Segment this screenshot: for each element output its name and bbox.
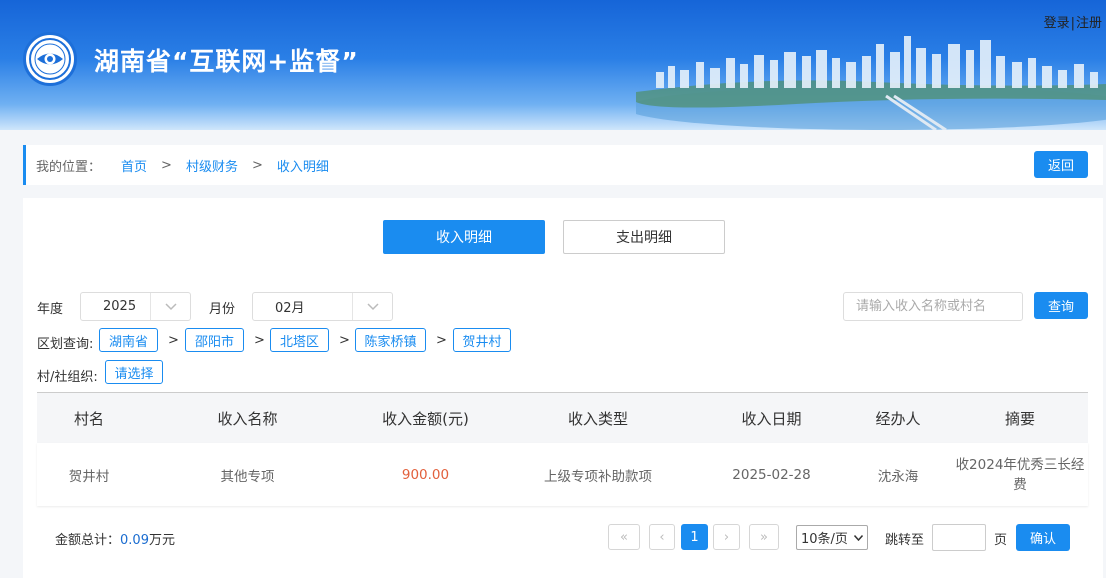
page-size-value: 10条/页	[801, 532, 848, 547]
region-village[interactable]: 贺井村	[453, 328, 511, 352]
cell-income-name: 其他专项	[220, 468, 275, 485]
region-arrow: >	[436, 333, 447, 348]
org-label: 村/社组织:	[37, 370, 98, 385]
site-title: 湖南省“互联网+监督”	[94, 47, 359, 76]
chevron-down-icon	[352, 293, 392, 320]
column-header-summary: 摘要	[1004, 409, 1035, 428]
table-header: 村名 收入名称 收入金额(元) 收入类型 收入日期 经办人 摘要	[37, 392, 1088, 443]
total-value: 0.09	[120, 533, 149, 548]
column-header-income-name: 收入名称	[217, 409, 278, 428]
cell-date: 2025-02-28	[732, 466, 811, 483]
org-select-button[interactable]: 请选择	[105, 360, 163, 384]
register-link[interactable]: 注册	[1076, 16, 1102, 31]
total-label: 金额总计：	[55, 533, 121, 548]
month-label: 月份	[209, 302, 236, 317]
city-skyline-banner	[636, 36, 1106, 130]
auth-separator: |	[1070, 16, 1075, 31]
year-label: 年度	[37, 302, 64, 317]
amount-total: 金额总计：0.09万元	[55, 529, 175, 548]
column-header-date: 收入日期	[741, 409, 802, 428]
region-town[interactable]: 陈家桥镇	[355, 328, 426, 352]
page-1-button[interactable]: 1	[681, 524, 708, 550]
prev-page-button[interactable]: ‹	[649, 524, 675, 550]
jump-label: 跳转至	[885, 533, 925, 548]
main-panel: 收入明细 支出明细 年度 2025 月份 02月 查询 区划查询: 湖南省 > …	[23, 198, 1103, 578]
column-header-village: 村名	[73, 409, 104, 428]
column-header-handler: 经办人	[875, 409, 921, 428]
confirm-button[interactable]: 确认	[1016, 524, 1070, 551]
login-link[interactable]: 登录	[1044, 16, 1070, 31]
page-size-select[interactable]: 10条/页	[796, 525, 868, 550]
back-button[interactable]: 返回	[1034, 151, 1088, 178]
column-header-amount: 收入金额(元)	[382, 409, 469, 428]
region-arrow: >	[168, 333, 179, 348]
breadcrumb-home[interactable]: 首页	[121, 156, 147, 175]
region-district[interactable]: 北塔区	[270, 328, 329, 352]
search-input[interactable]	[843, 292, 1023, 321]
page-unit-label: 页	[994, 533, 1008, 548]
tab-expense-detail[interactable]: 支出明细	[563, 220, 725, 254]
eye-logo-icon	[23, 32, 77, 86]
breadcrumb-arrow: >	[161, 157, 172, 173]
total-unit: 万元	[148, 533, 175, 548]
breadcrumb-label: 我的位置：	[36, 159, 102, 175]
chevron-down-icon	[853, 530, 863, 545]
region-label: 区划查询:	[37, 337, 94, 352]
breadcrumb-arrow: >	[251, 157, 263, 173]
region-arrow: >	[254, 333, 265, 348]
cell-summary: 收2024年优秀三长经费	[955, 456, 1085, 493]
breadcrumb-income-detail[interactable]: 收入明细	[277, 156, 329, 175]
column-header-income-type: 收入类型	[567, 409, 628, 428]
month-value: 02月	[275, 301, 305, 316]
cell-amount: 900.00	[401, 466, 450, 483]
next-page-button[interactable]: ›	[713, 524, 740, 550]
income-table: 村名 收入名称 收入金额(元) 收入类型 收入日期 经办人 摘要 贺井村 其他专…	[37, 392, 1088, 506]
table-row: 贺井村 其他专项 900.00 上级专项补助款项 2025-02-28 沈永海 …	[37, 443, 1088, 506]
cell-income-type: 上级专项补助款项	[544, 468, 652, 485]
month-select[interactable]: 02月	[252, 292, 393, 321]
cell-handler: 沈永海	[877, 468, 919, 485]
jump-page-input[interactable]	[932, 524, 986, 551]
last-page-button[interactable]: »	[749, 524, 779, 550]
first-page-button[interactable]: «	[608, 524, 640, 550]
region-province[interactable]: 湖南省	[99, 328, 158, 352]
breadcrumb-village-finance[interactable]: 村级财务	[186, 156, 238, 175]
tab-income-detail[interactable]: 收入明细	[383, 220, 545, 254]
year-select[interactable]: 2025	[80, 292, 191, 321]
region-city[interactable]: 邵阳市	[185, 328, 244, 352]
chevron-down-icon	[150, 293, 190, 320]
region-arrow: >	[339, 333, 350, 348]
breadcrumb: 我的位置： 首页 > 村级财务 > 收入明细 返回	[23, 145, 1103, 185]
cell-village: 贺井村	[68, 468, 110, 485]
auth-links: 登录|注册	[1044, 12, 1102, 31]
site-header: 湖南省“互联网+监督” 登录|注册	[0, 0, 1106, 130]
year-value: 2025	[103, 299, 137, 314]
query-button[interactable]: 查询	[1034, 292, 1088, 319]
